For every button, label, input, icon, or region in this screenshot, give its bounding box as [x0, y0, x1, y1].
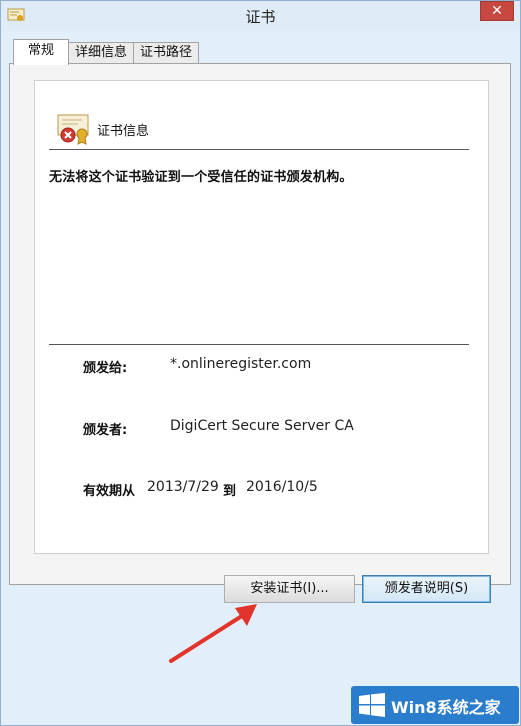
issuer-statement-button[interactable]: 颁发者说明(S) — [362, 575, 491, 603]
close-button[interactable]: ✕ — [480, 1, 514, 21]
watermark-badge: Win8系统之家 — [351, 686, 519, 724]
divider — [49, 149, 469, 150]
valid-to-value: 2016/10/5 — [246, 479, 318, 495]
tab-general[interactable]: 常规 — [13, 39, 69, 65]
issued-by-value: DigiCert Secure Server CA — [170, 418, 354, 434]
tab-details[interactable]: 详细信息 — [68, 42, 134, 64]
valid-from-label: 有效期从 — [83, 484, 136, 499]
windows-logo-icon — [359, 693, 385, 717]
divider — [49, 344, 469, 345]
issued-to-label: 颁发给: — [83, 361, 128, 376]
certificate-error-icon — [57, 114, 89, 145]
validation-message: 无法将这个证书验证到一个受信任的证书颁发机构。 — [49, 170, 353, 185]
tab-certification-path[interactable]: 证书路径 — [133, 42, 199, 64]
issued-by-label: 颁发者: — [83, 423, 128, 438]
certificate-info-heading: 证书信息 — [97, 124, 150, 139]
valid-from-value: 2013/7/29 — [147, 479, 219, 495]
issued-to-value: *.onlineregister.com — [170, 356, 312, 372]
watermark-text: Win8系统之家 — [391, 698, 501, 717]
valid-to-label: 到 — [223, 484, 237, 499]
window-title: 证书 — [245, 8, 276, 26]
certificate-dialog: 证书 ✕ 常规 详细信息 证书路径 证书信息 无法将这个证书验证到一个受信任的证… — [0, 0, 521, 726]
title-bar: 证书 ✕ — [1, 1, 520, 31]
red-arrow-annotation — [169, 604, 257, 663]
